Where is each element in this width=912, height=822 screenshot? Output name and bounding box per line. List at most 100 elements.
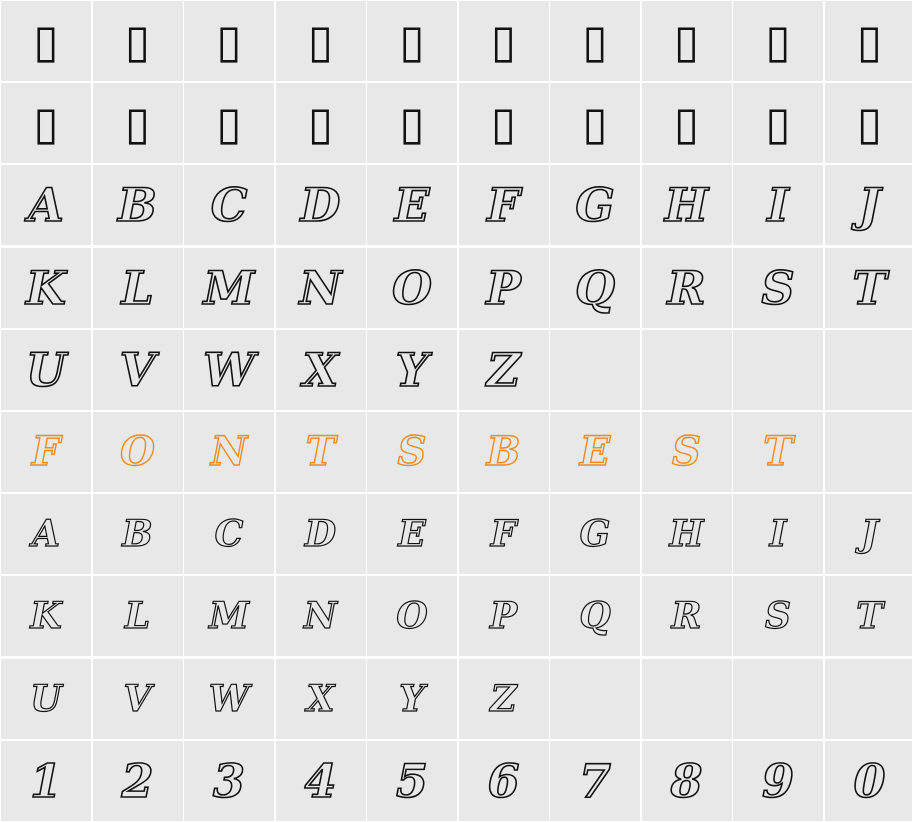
glyph-cell: J bbox=[824, 494, 912, 575]
glyph-cell bbox=[641, 329, 732, 410]
glyph-cell: O bbox=[92, 411, 183, 492]
glyph-cell: ▯ bbox=[824, 83, 912, 164]
glyph-sample: ▯ bbox=[673, 96, 700, 151]
glyph-sample: G bbox=[575, 178, 616, 233]
glyph-sample: K bbox=[25, 260, 67, 315]
glyph-sample: 2 bbox=[121, 753, 155, 808]
glyph-cell: T bbox=[824, 247, 912, 328]
highlight-glyph: S bbox=[397, 427, 427, 475]
glyph-sample: ▯ bbox=[765, 96, 791, 151]
glyph-cell: ▯ bbox=[367, 1, 457, 81]
glyph-sample: ▯ bbox=[856, 96, 883, 151]
glyph-sample: R bbox=[671, 595, 702, 638]
glyph-sample: J bbox=[858, 178, 881, 233]
glyph-cell: K bbox=[1, 247, 91, 328]
glyph-cell: 5 bbox=[367, 740, 457, 821]
glyph-sample: L bbox=[121, 260, 155, 315]
glyph-sample: K bbox=[30, 595, 63, 638]
highlight-glyph: O bbox=[119, 427, 155, 475]
glyph-sample: ▯ bbox=[216, 96, 242, 151]
glyph-cell: T bbox=[733, 411, 823, 492]
glyph-sample: C bbox=[214, 513, 244, 556]
glyph-cell: M bbox=[184, 576, 274, 657]
glyph-cell: L bbox=[92, 247, 183, 328]
highlight-glyph: T bbox=[762, 427, 793, 475]
glyph-sample: ▯ bbox=[399, 96, 425, 151]
glyph-cell: C bbox=[184, 165, 274, 246]
glyph-cell: F bbox=[458, 165, 549, 246]
glyph-sample: 3 bbox=[212, 753, 246, 808]
glyph-sample: ▯ bbox=[490, 96, 517, 151]
glyph-sample: E bbox=[398, 513, 427, 556]
glyph-sample: D bbox=[300, 178, 341, 233]
glyph-cell: M bbox=[184, 247, 274, 328]
glyph-cell: G bbox=[550, 494, 640, 575]
glyph-sample: E bbox=[394, 178, 431, 233]
glyph-cell: D bbox=[275, 165, 366, 246]
glyph-cell: A bbox=[1, 494, 91, 575]
glyph-sample: ▯ bbox=[307, 14, 334, 68]
glyph-cell: S bbox=[733, 247, 823, 328]
glyph-sample: 4 bbox=[304, 753, 338, 808]
glyph-cell: J bbox=[824, 165, 912, 246]
highlight-glyph: S bbox=[671, 427, 701, 475]
glyph-sample: 5 bbox=[395, 753, 429, 808]
glyph-cell: 9 bbox=[733, 740, 823, 821]
glyph-sample: A bbox=[31, 513, 60, 556]
glyph-cell: T bbox=[275, 411, 366, 492]
glyph-sample: ▯ bbox=[33, 14, 59, 68]
glyph-sample: B bbox=[122, 513, 154, 556]
glyph-cell: ▯ bbox=[641, 1, 732, 81]
glyph-sample: Z bbox=[490, 677, 517, 720]
glyph-cell: S bbox=[733, 576, 823, 657]
glyph-cell: ▯ bbox=[641, 83, 732, 164]
glyph-sample: ▯ bbox=[490, 14, 517, 68]
glyph-cell: W bbox=[184, 329, 274, 410]
glyph-cell: P bbox=[458, 576, 549, 657]
glyph-cell bbox=[824, 411, 912, 492]
glyph-sample: O bbox=[391, 260, 433, 315]
glyph-cell: A bbox=[1, 165, 91, 246]
glyph-sample: 0 bbox=[853, 753, 887, 808]
glyph-cell: ▯ bbox=[275, 1, 366, 81]
glyph-sample: ▯ bbox=[765, 14, 791, 68]
glyph-sample: T bbox=[852, 260, 888, 315]
glyph-cell: 8 bbox=[641, 740, 732, 821]
glyph-sample: ▯ bbox=[33, 96, 59, 151]
glyph-cell: O bbox=[367, 247, 457, 328]
glyph-sample: Y bbox=[399, 677, 426, 720]
glyph-cell bbox=[733, 658, 823, 739]
glyph-cell: Y bbox=[367, 329, 457, 410]
glyph-sample: N bbox=[299, 260, 343, 315]
glyph-sample: W bbox=[202, 342, 255, 397]
glyph-cell bbox=[824, 329, 912, 410]
glyph-sample: L bbox=[124, 595, 151, 638]
glyph-cell: ▯ bbox=[92, 1, 183, 81]
glyph-cell bbox=[550, 329, 640, 410]
glyph-sample: X bbox=[302, 342, 339, 397]
glyph-cell: N bbox=[184, 411, 274, 492]
glyph-cell: T bbox=[824, 576, 912, 657]
glyph-cell: ▯ bbox=[184, 1, 274, 81]
glyph-cell: 7 bbox=[550, 740, 640, 821]
glyph-sample: F bbox=[486, 178, 520, 233]
glyph-cell: S bbox=[641, 411, 732, 492]
glyph-cell: U bbox=[1, 658, 91, 739]
glyph-cell: ▯ bbox=[92, 83, 183, 164]
glyph-cell: B bbox=[92, 494, 183, 575]
glyph-sample: B bbox=[117, 178, 157, 233]
glyph-sample: Z bbox=[486, 342, 521, 397]
glyph-sample: V bbox=[119, 342, 156, 397]
glyph-sample: 6 bbox=[487, 753, 521, 808]
glyph-sample: ▯ bbox=[673, 14, 700, 68]
glyph-cell: Q bbox=[550, 576, 640, 657]
glyph-sample: 7 bbox=[578, 753, 612, 808]
glyph-cell: D bbox=[275, 494, 366, 575]
glyph-cell: ▯ bbox=[184, 83, 274, 164]
glyph-sample: W bbox=[208, 677, 250, 720]
glyph-sample: H bbox=[664, 178, 709, 233]
glyph-sample: U bbox=[25, 342, 67, 397]
glyph-cell: U bbox=[1, 329, 91, 410]
glyph-cell: ▯ bbox=[367, 83, 457, 164]
glyph-sample: A bbox=[27, 178, 64, 233]
